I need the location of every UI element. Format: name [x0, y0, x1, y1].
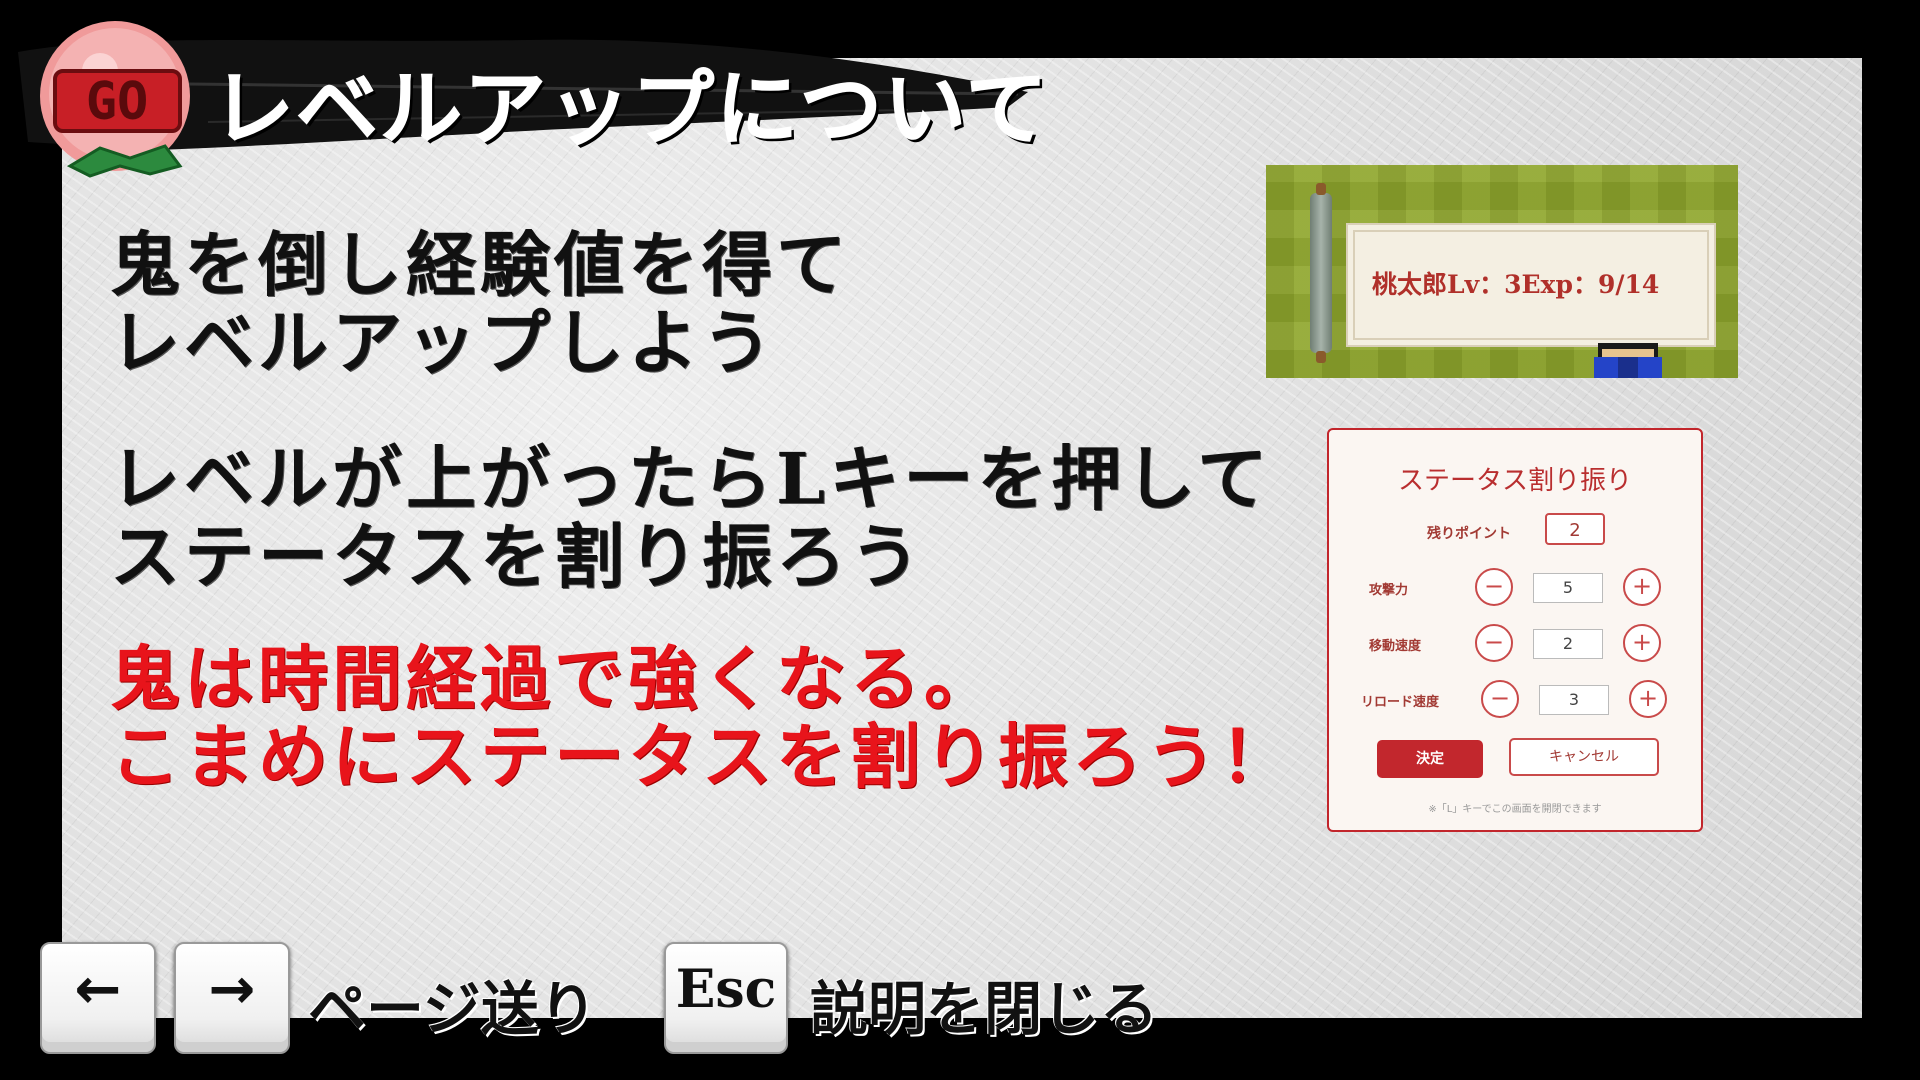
- stat-row-attack: 攻撃力 − 5 +: [1329, 566, 1701, 610]
- stat-label-move-speed: 移動速度: [1369, 639, 1422, 654]
- move-speed-plus-button[interactable]: +: [1623, 624, 1661, 662]
- hud-level-sample: 桃太郎Lv：3Exp：9/14: [1266, 165, 1738, 378]
- stat-value-move-speed: 2: [1533, 629, 1603, 659]
- page-title: レベルアップについて: [212, 61, 1050, 158]
- instruction-line-4: ステータスを割り振ろう: [110, 515, 924, 598]
- left-arrow-key-button[interactable]: ←: [40, 942, 156, 1054]
- instruction-line-1: 鬼を倒し経験値を得て: [110, 223, 850, 306]
- stat-label-attack: 攻撃力: [1369, 583, 1409, 598]
- dialog-footnote: ※「L」キーでこの画面を開閉できます: [1428, 804, 1602, 815]
- instruction-allocate: レベルが上がったらLキーを押して ステータスを割り振ろう: [110, 440, 1271, 596]
- instruction-warning: 鬼は時間経過で強くなる。 こまめにステータスを割り振ろう！: [110, 640, 1294, 796]
- page-turn-label: ページ送り: [308, 975, 597, 1043]
- instruction-line-2: レベルアップしよう: [110, 301, 776, 384]
- stat-row-move-speed: 移動速度 − 2 +: [1329, 622, 1701, 666]
- cancel-button[interactable]: キャンセル: [1509, 738, 1659, 776]
- status-allocation-dialog: ステータス割り振り 残りポイント 2 攻撃力 − 5 + 移動速度 − 2 + …: [1327, 428, 1703, 832]
- remaining-points-label: 残りポイント: [1427, 526, 1511, 542]
- stat-value-reload-speed: 3: [1539, 685, 1609, 715]
- esc-key-button[interactable]: Esc: [664, 942, 788, 1054]
- warning-line-1: 鬼は時間経過で強くなる。: [110, 637, 998, 720]
- instruction-line-3: レベルが上がったらLキーを押して: [110, 437, 1272, 520]
- go-peach-badge-icon: GO: [40, 21, 190, 178]
- dialog-title: ステータス割り振り: [1397, 466, 1632, 496]
- remaining-points-value: 2: [1545, 513, 1605, 545]
- move-speed-minus-button[interactable]: −: [1475, 624, 1513, 662]
- attack-minus-button[interactable]: −: [1475, 568, 1513, 606]
- stat-value-attack: 5: [1533, 573, 1603, 603]
- right-arrow-key-button[interactable]: →: [174, 942, 290, 1054]
- warning-line-2: こまめにステータスを割り振ろう！: [110, 715, 1294, 798]
- stat-row-reload-speed: リロード速度 − 3 +: [1329, 678, 1701, 722]
- stat-label-reload-speed: リロード速度: [1361, 695, 1440, 710]
- player-sprite-icon: [1594, 343, 1662, 378]
- close-instructions-label: 説明を閉じる: [810, 975, 1159, 1043]
- instruction-levelup: 鬼を倒し経験値を得て レベルアップしよう: [110, 226, 850, 382]
- scroll-rod-icon: [1310, 183, 1332, 363]
- confirm-button[interactable]: 決定: [1377, 740, 1483, 778]
- level-scroll-panel: 桃太郎Lv：3Exp：9/14: [1346, 223, 1716, 347]
- level-exp-readout: 桃太郎Lv：3Exp：9/14: [1372, 270, 1660, 299]
- badge-text: GO: [86, 72, 149, 132]
- reload-speed-plus-button[interactable]: +: [1629, 680, 1667, 718]
- attack-plus-button[interactable]: +: [1623, 568, 1661, 606]
- reload-speed-minus-button[interactable]: −: [1481, 680, 1519, 718]
